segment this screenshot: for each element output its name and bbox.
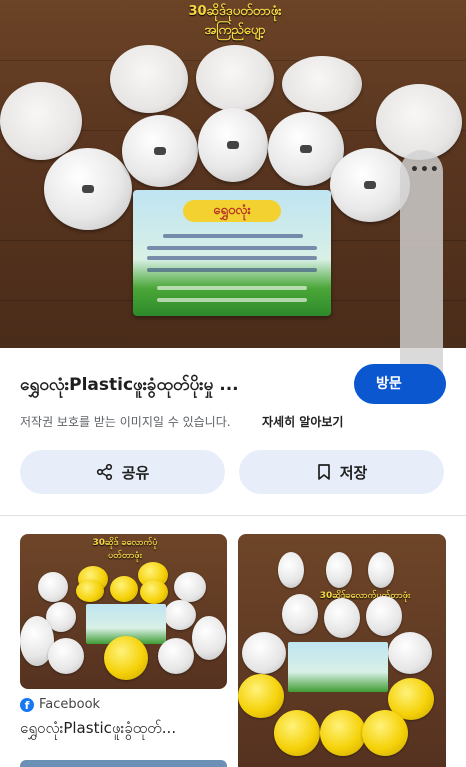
white-cap [174, 572, 206, 602]
card-text-line [147, 256, 317, 260]
card-text-line [157, 286, 307, 290]
white-cap [388, 632, 432, 674]
hero-banner-line: 30ဆိုဒ်ဒုပတ်တာဖုံး [188, 4, 282, 19]
thumb-banner-line: ပတ်တာဖုံး [108, 551, 142, 561]
related-image-2[interactable]: 30ဆိုဒ်ခလောက်ပတ်တာဖုံး [238, 534, 446, 767]
white-cap [158, 638, 194, 674]
thumb-banner-text: 30ဆိုဒ်ခလောက်ပတ်တာဖုံး [319, 591, 411, 601]
save-label: 저장 [339, 463, 368, 482]
cap-body [44, 148, 132, 230]
source-label: Facebook [39, 697, 101, 712]
mini-business-card [288, 642, 388, 692]
cap-body [198, 108, 268, 182]
cap-hole [154, 147, 166, 156]
card-text-line [147, 246, 317, 250]
share-button[interactable]: 공유 [20, 450, 225, 494]
share-label: 공유 [121, 463, 150, 482]
cap-hole [364, 181, 376, 190]
card-text-line [157, 298, 307, 302]
white-cap [368, 552, 394, 588]
hero-banner-line: အကြည်ပျော့ [204, 23, 266, 38]
copyright-notice: 저작권 보호를 받는 이미지일 수 있습니다. [20, 415, 231, 429]
more-options-icon[interactable]: ••• [410, 162, 440, 178]
visit-button[interactable]: 방문 [354, 364, 446, 404]
hero-image[interactable]: 30ဆိုဒ်ဒုပတ်တာဖုံး အကြည်ပျော့ ရွှေဝလုံး [0, 0, 466, 348]
yellow-cap [140, 580, 168, 604]
thumb-banner-line: 30ဆိုဒ် ခလောက်ပုံ [92, 538, 158, 548]
facebook-icon: f [20, 697, 34, 712]
cap-lid [376, 84, 462, 160]
yellow-cap [362, 710, 408, 756]
cap-lid [0, 82, 82, 160]
yellow-cap [104, 636, 148, 680]
cap-hole [227, 141, 239, 150]
white-cap [326, 552, 352, 588]
thumb-banner-text: 30ဆိုဒ် ခလောက်ပုံ ပတ်တာဖုံး [80, 537, 170, 563]
cap-hole [300, 145, 312, 154]
save-button[interactable]: 저장 [239, 450, 444, 494]
white-cap [366, 596, 402, 636]
learn-more-link[interactable]: 자세히 알아보기 [262, 413, 343, 430]
yellow-cap [238, 674, 284, 718]
card-brand: ရွှေဝလုံး [183, 200, 281, 222]
yellow-cap [274, 710, 320, 756]
white-cap [192, 616, 226, 660]
card-text-line [147, 268, 317, 272]
business-card: ရွှေဝလုံး [133, 190, 331, 316]
cap-body [122, 115, 198, 187]
cap-lid [282, 56, 362, 112]
related-image-1[interactable]: 30ဆိုဒ် ခလောက်ပုံ ပတ်တာဖုံး [20, 534, 227, 689]
section-divider [0, 515, 466, 516]
result-title[interactable]: ရွှေဝလုံးPlasticဖူးခွံထုတ်ပိုးမှု ... [20, 374, 239, 399]
white-cap [38, 572, 68, 602]
bookmark-icon [317, 464, 330, 480]
next-result-thumb[interactable] [20, 760, 227, 767]
yellow-cap [110, 576, 138, 602]
lens-side-panel: ••• [400, 150, 443, 400]
white-cap [164, 600, 196, 630]
cap-lid [110, 45, 188, 113]
share-icon [96, 463, 112, 481]
thumb-source[interactable]: f Facebook [20, 697, 100, 712]
white-cap [324, 598, 360, 638]
cap-body [330, 148, 410, 222]
white-cap [48, 638, 84, 674]
white-cap [282, 594, 318, 634]
thumb-title[interactable]: ရွှေဝလုံးPlasticဖူးခွံထုတ်... [20, 719, 176, 741]
white-cap [242, 632, 286, 674]
hero-banner-text: 30ဆိုဒ်ဒုပတ်တာဖုံး အကြည်ပျော့ [150, 2, 320, 40]
white-cap [278, 552, 304, 588]
yellow-cap [76, 580, 104, 602]
card-text-line [163, 234, 303, 238]
cap-lid [196, 45, 274, 111]
cap-hole [82, 184, 94, 193]
yellow-cap [320, 710, 366, 756]
